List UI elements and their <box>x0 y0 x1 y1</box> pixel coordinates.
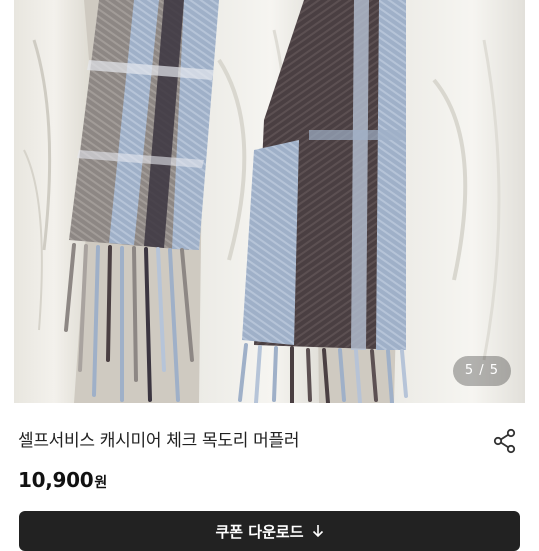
product-title: 셀프서비스 캐시미어 체크 목도리 머플러 <box>18 431 300 451</box>
share-icon[interactable] <box>493 428 517 454</box>
image-counter: 5 / 5 <box>452 356 511 386</box>
product-image[interactable]: 5 / 5 <box>14 0 525 403</box>
coupon-download-button[interactable]: 쿠폰 다운로드 <box>19 511 520 551</box>
product-photo-scarves <box>14 0 525 403</box>
download-arrow-icon <box>312 524 324 538</box>
product-price: 10,900원 <box>18 468 107 492</box>
price-unit: 원 <box>94 475 108 491</box>
price-value: 10,900 <box>18 468 94 492</box>
coupon-download-label: 쿠폰 다운로드 <box>215 522 304 541</box>
